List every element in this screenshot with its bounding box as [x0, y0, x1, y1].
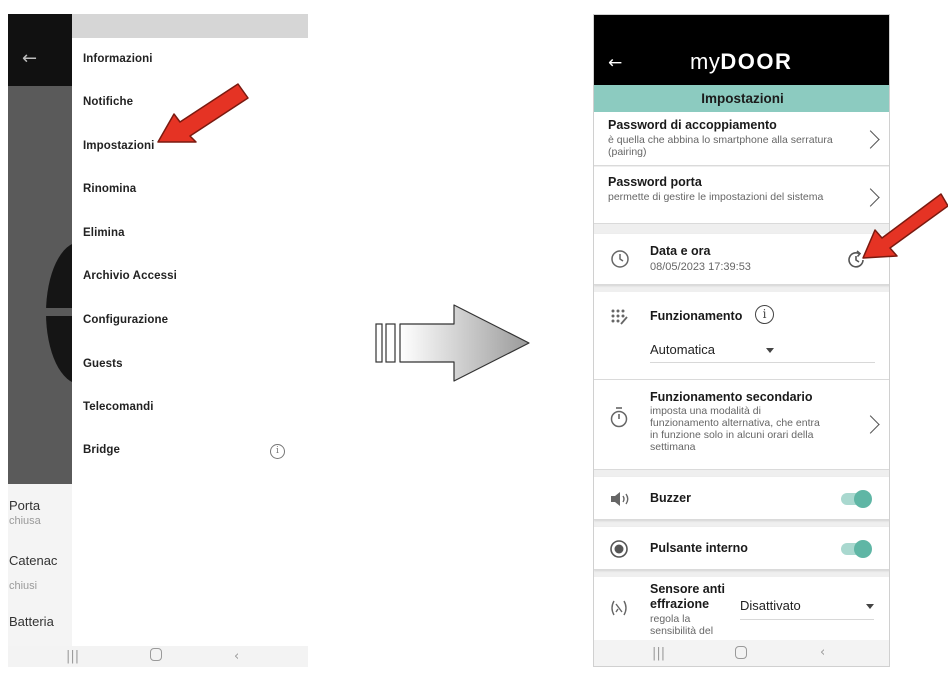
drawer-item-configurazione[interactable]: Configurazione: [83, 314, 168, 326]
drawer-item-guests[interactable]: Guests: [83, 358, 123, 370]
back-nav-icon[interactable]: ‹: [234, 649, 239, 664]
door-password-subtitle: permette di gestire le impostazioni del …: [608, 191, 824, 203]
secondary-operation-title: Funzionamento secondario: [650, 390, 813, 404]
pairing-password-title: Password di accoppiamento: [608, 118, 777, 132]
dialpad-icon: [611, 309, 628, 325]
vibration-sensor-icon: [611, 600, 627, 616]
door-password-title: Password porta: [608, 175, 702, 189]
door-password-row[interactable]: Password porta permette di gestire le im…: [594, 167, 889, 224]
status-panel: Porta chiusa Catenac chiusi Batteria: [8, 484, 72, 646]
info-icon[interactable]: i: [270, 444, 285, 459]
bolts-status-label: Catenac: [9, 553, 58, 568]
door-status-label: Porta: [9, 498, 41, 513]
tamper-sensor-title-line2: effrazione: [650, 597, 710, 611]
drawer-header: [72, 14, 308, 38]
speaker-icon: [611, 492, 629, 506]
clock-icon: [611, 250, 629, 268]
drawer-item-archivio-accessi[interactable]: Archivio Accessi: [83, 270, 177, 282]
drawer-item-elimina[interactable]: Elimina: [83, 227, 125, 239]
tamper-sensor-selected-value: Disattivato: [740, 598, 801, 613]
buzzer-row: Buzzer: [594, 477, 889, 520]
date-time-row: Data e ora 08/05/2023 17:39:53: [594, 234, 889, 285]
dropdown-caret-icon: [766, 348, 774, 353]
pairing-password-row[interactable]: Password di accoppiamento è quella che a…: [594, 112, 889, 166]
internal-button-title: Pulsante interno: [650, 541, 748, 555]
back-arrow-icon[interactable]: ←: [608, 53, 622, 73]
pairing-password-subtitle: è quella che abbina lo smartphone alla s…: [608, 134, 833, 158]
drawer-item-telecomandi[interactable]: Telecomandi: [83, 401, 154, 413]
secondary-operation-row[interactable]: Funzionamento secondario imposta una mod…: [594, 380, 889, 470]
tamper-sensor-subtitle-line2: sensibilità del: [650, 625, 714, 637]
tamper-sensor-title-line1: Sensore anti: [650, 582, 726, 596]
drawer-item-bridge[interactable]: Bridge: [83, 444, 120, 456]
recent-apps-icon[interactable]: |||: [652, 646, 665, 661]
operation-title: Funzionamento: [650, 309, 743, 323]
battery-status-label: Batteria: [9, 614, 54, 629]
info-icon[interactable]: i: [755, 305, 774, 324]
radio-button-icon: [610, 540, 628, 558]
page-title: Impostazioni: [594, 85, 889, 112]
toggle-knob: [854, 490, 872, 508]
operation-select[interactable]: Automatica: [650, 342, 875, 363]
secondary-operation-subtitle: imposta una modalità di funzionamento al…: [650, 405, 820, 453]
logo-prefix: my: [690, 49, 721, 74]
operation-section: Funzionamento i Automatica: [594, 292, 889, 380]
operation-selected-value: Automatica: [650, 342, 716, 357]
internal-button-toggle[interactable]: [841, 540, 872, 558]
mydoor-logo: myDOOR: [690, 49, 792, 75]
home-icon[interactable]: [735, 646, 747, 659]
buzzer-title: Buzzer: [650, 491, 691, 505]
chevron-right-icon: [861, 415, 880, 434]
door-status-value: chiusa: [9, 515, 41, 527]
home-icon[interactable]: [150, 648, 162, 661]
buzzer-toggle[interactable]: [841, 490, 872, 508]
back-arrow-icon[interactable]: ←: [22, 48, 37, 69]
dropdown-caret-icon: [866, 604, 874, 609]
tamper-sensor-subtitle-line1: regola la: [650, 613, 691, 625]
system-nav-bar: ||| ‹: [8, 646, 308, 667]
drawer-item-informazioni[interactable]: Informazioni: [83, 53, 153, 65]
recent-apps-icon[interactable]: |||: [66, 649, 79, 664]
system-nav-bar: ||| ‹: [594, 640, 889, 666]
app-top-bar: ← myDOOR: [594, 15, 889, 85]
back-nav-icon[interactable]: ‹: [820, 645, 825, 660]
drawer-item-notifiche[interactable]: Notifiche: [83, 96, 133, 108]
drawer-item-impostazioni[interactable]: Impostazioni: [83, 140, 154, 152]
drawer-item-rinomina[interactable]: Rinomina: [83, 183, 136, 195]
logo-main: DOOR: [720, 49, 793, 74]
date-time-title: Data e ora: [650, 244, 711, 258]
date-time-value: 08/05/2023 17:39:53: [650, 261, 751, 273]
bolts-status-value: chiusi: [9, 580, 38, 592]
tamper-sensor-select[interactable]: Disattivato: [740, 598, 874, 620]
toggle-knob: [854, 540, 872, 558]
transition-arrow-icon: [375, 304, 530, 382]
red-pointer-arrow-right: [862, 193, 948, 259]
right-phone-screen: ← myDOOR Impostazioni Password di accopp…: [593, 14, 890, 667]
chevron-right-icon: [861, 130, 880, 149]
internal-button-row: Pulsante interno: [594, 527, 889, 570]
tamper-sensor-row: Sensore anti effrazione regola la sensib…: [594, 577, 889, 642]
stopwatch-icon: [610, 407, 628, 428]
red-pointer-arrow-left: [157, 83, 249, 143]
